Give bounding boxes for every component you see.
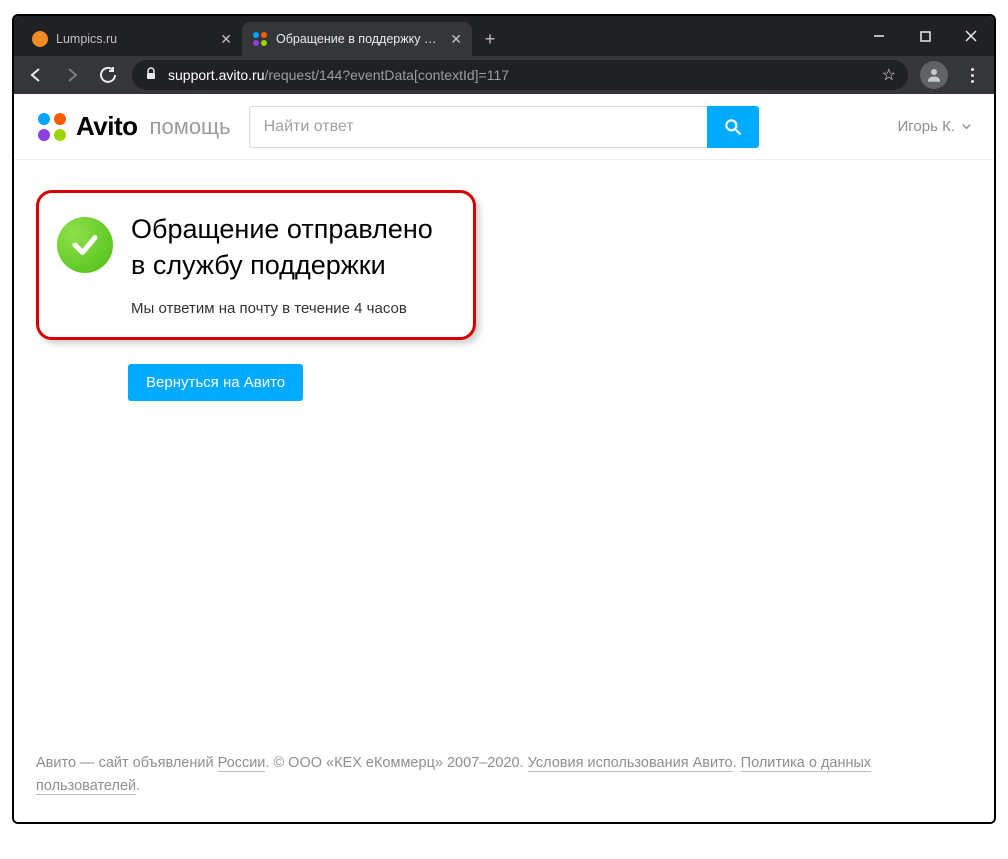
page-viewport: Avito помощь Игорь К. [14, 94, 994, 822]
tab-lumpics[interactable]: Lumpics.ru ✕ [22, 22, 242, 56]
checkmark-icon [57, 217, 113, 273]
back-button[interactable] [20, 59, 52, 91]
new-tab-button[interactable]: + [476, 25, 504, 53]
search-input[interactable] [249, 106, 707, 148]
minimize-button[interactable] [856, 16, 902, 56]
callout-subtitle: Мы ответим на почту в течение 4 часов [131, 300, 433, 317]
avito-logo-icon [36, 111, 68, 143]
lock-icon [144, 67, 158, 84]
user-name: Игорь К. [898, 118, 956, 135]
close-window-button[interactable] [948, 16, 994, 56]
footer-link-terms[interactable]: Условия использования Авито [528, 755, 733, 772]
maximize-button[interactable] [902, 16, 948, 56]
footer-link-russia[interactable]: России [218, 755, 266, 772]
favicon-avito [252, 31, 268, 47]
user-menu[interactable]: Игорь К. [898, 118, 973, 135]
return-to-avito-button[interactable]: Вернуться на Авито [128, 364, 303, 401]
bookmark-icon[interactable]: ☆ [882, 65, 896, 85]
close-icon[interactable]: ✕ [220, 31, 232, 48]
search-form [249, 106, 759, 148]
url-text: support.avito.ru/request/144?eventData[c… [168, 67, 874, 83]
avito-logo[interactable]: Avito помощь [36, 111, 231, 143]
main-content: Обращение отправлено в службу поддержки … [14, 160, 994, 736]
tab-strip: Lumpics.ru ✕ Обращение в поддержку Авито… [14, 16, 856, 56]
tab-title: Lumpics.ru [56, 32, 214, 46]
toolbar: support.avito.ru/request/144?eventData[c… [14, 56, 994, 94]
address-bar[interactable]: support.avito.ru/request/144?eventData[c… [132, 60, 908, 90]
site-header: Avito помощь Игорь К. [14, 94, 994, 160]
browser-titlebar: Lumpics.ru ✕ Обращение в поддержку Авито… [14, 16, 994, 56]
tab-avito-support[interactable]: Обращение в поддержку Авито ✕ [242, 22, 472, 56]
profile-avatar[interactable] [920, 61, 948, 89]
brand-text: Avito [76, 111, 138, 142]
brand-subtext: помощь [150, 114, 231, 140]
callout-title: Обращение отправлено в службу поддержки [131, 211, 433, 284]
window-controls [856, 16, 994, 56]
browser-menu-button[interactable] [956, 68, 988, 83]
success-callout: Обращение отправлено в службу поддержки … [36, 190, 476, 340]
close-icon[interactable]: ✕ [450, 31, 462, 48]
site-footer: Авито — сайт объявлений России. © ООО «К… [14, 736, 994, 822]
favicon-lumpics [32, 31, 48, 47]
forward-button[interactable] [56, 59, 88, 91]
search-button[interactable] [707, 106, 759, 148]
reload-button[interactable] [92, 59, 124, 91]
tab-title: Обращение в поддержку Авито [276, 32, 444, 46]
chevron-down-icon [961, 121, 972, 132]
